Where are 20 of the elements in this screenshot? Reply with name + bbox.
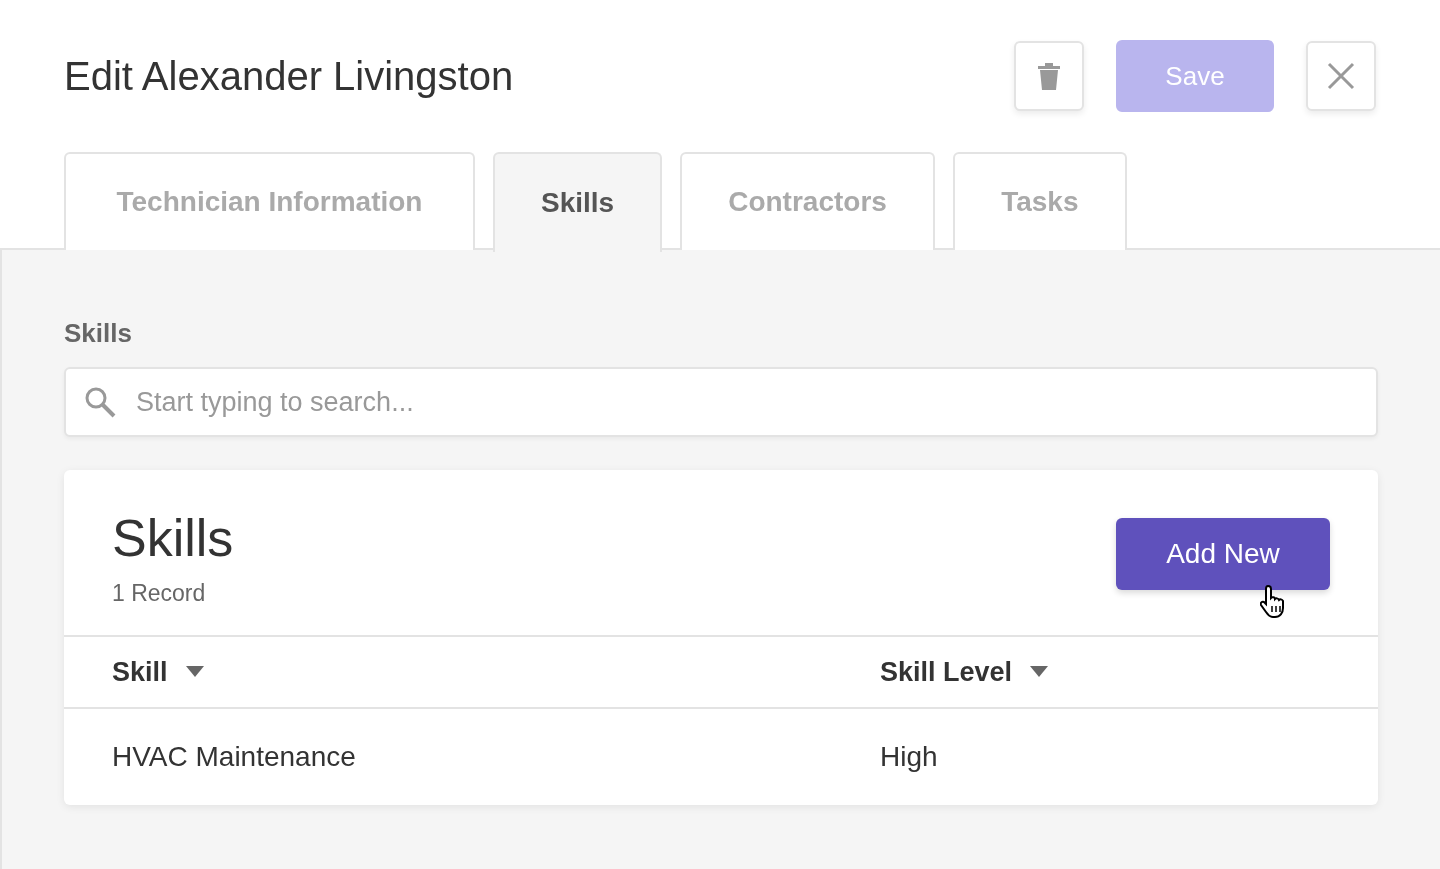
column-title: Skill bbox=[112, 656, 168, 688]
trash-icon bbox=[1036, 61, 1062, 91]
table-cell-text: High bbox=[880, 741, 939, 773]
search-icon bbox=[84, 386, 116, 418]
tab[interactable]: Skills bbox=[493, 152, 663, 252]
close-icon bbox=[1327, 62, 1355, 90]
card-title: Skills bbox=[112, 508, 234, 568]
page-title: Edit Alexander Livingston bbox=[64, 53, 515, 99]
column-header[interactable]: Skill Level bbox=[880, 656, 1330, 688]
search-field[interactable]: Start typing to search... bbox=[64, 367, 1378, 437]
record-count: 1 Record bbox=[112, 580, 207, 607]
close-button[interactable] bbox=[1306, 41, 1376, 111]
add-new-button[interactable]: Add New bbox=[1116, 518, 1330, 590]
sort-caret-icon[interactable] bbox=[1030, 666, 1049, 678]
delete-button[interactable] bbox=[1014, 41, 1084, 111]
table-cell-text: HVAC Maintenance bbox=[112, 741, 357, 773]
sort-caret-icon[interactable] bbox=[185, 666, 204, 678]
column-title: Skill Level bbox=[880, 656, 1013, 688]
section-label: Skills bbox=[64, 318, 133, 349]
column-header[interactable]: Skill bbox=[112, 656, 880, 688]
